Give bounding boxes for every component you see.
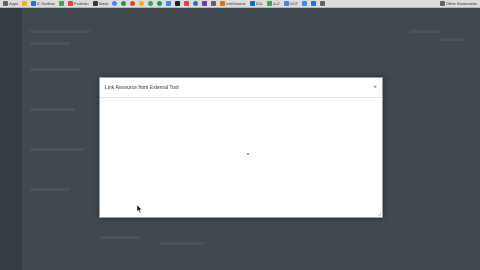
bookmark-icon [193, 1, 199, 6]
bookmark-item[interactable] [139, 1, 145, 6]
bookmark-item[interactable] [175, 1, 181, 6]
bookmark-icon [92, 1, 98, 6]
page-sidebar [0, 8, 22, 270]
bookmark-icon [175, 1, 181, 6]
bookmark-icon [130, 1, 136, 6]
bookmark-label: D2L [255, 1, 264, 6]
bookmark-icon [267, 1, 273, 6]
loading-indicator [247, 153, 249, 155]
bookmark-icon [302, 1, 307, 6]
dialog-body [100, 98, 382, 218]
bookmark-icon [220, 1, 226, 6]
close-button[interactable]: × [373, 85, 377, 91]
bookmark-item[interactable] [320, 1, 325, 6]
dialog-header: Link Resource from External Tool × [100, 78, 382, 98]
bookmark-icon [249, 1, 255, 6]
bookmark-label: InfoSource [226, 1, 246, 6]
bookmark-icon [202, 1, 208, 6]
bookmark-item[interactable] [166, 1, 172, 6]
ghost-content-line [100, 236, 140, 239]
bookmark-item[interactable] [22, 1, 28, 6]
bookmark-icon [67, 1, 73, 6]
bookmark-item[interactable] [311, 1, 316, 6]
bookmark-label: GCF [289, 1, 298, 6]
bookmark-icon [166, 1, 172, 6]
bookmark-label: Apps [9, 1, 19, 6]
bookmark-label: Portfolio [73, 1, 89, 6]
bookmark-item[interactable]: A-Z [267, 1, 280, 6]
bookmark-item[interactable]: GCF [283, 1, 298, 6]
dialog-title: Link Resource from External Tool [105, 84, 179, 91]
bookmark-icon [211, 1, 217, 6]
bookmark-item[interactable] [302, 1, 307, 6]
bookmark-item[interactable]: Other Bookmarks [439, 1, 477, 6]
bookmark-icon [184, 1, 190, 6]
bookmark-icon [112, 1, 118, 6]
bookmark-icon [320, 1, 325, 6]
bookmark-item[interactable] [112, 1, 118, 6]
bookmark-icon [139, 1, 145, 6]
ghost-content-line [30, 188, 70, 191]
ghost-content-line [440, 38, 465, 41]
star-icon [31, 1, 37, 6]
bookmark-item[interactable]: Apps [3, 1, 18, 6]
ghost-content-line [30, 30, 90, 33]
bookmark-item[interactable] [58, 1, 64, 6]
ghost-content-line [30, 108, 75, 111]
bookmark-item[interactable] [148, 1, 154, 6]
ghost-content-line [160, 242, 205, 245]
bookmark-icon [157, 1, 163, 6]
bookmark-label: E-Toolbox [37, 1, 55, 6]
bookmark-item[interactable]: Slack [92, 1, 109, 6]
bookmark-label: Slack [98, 1, 109, 6]
bookmark-icon [22, 1, 28, 6]
folder-icon [439, 1, 445, 6]
bookmark-item[interactable] [211, 1, 217, 6]
bookmark-label: A-Z [273, 1, 280, 6]
mouse-pointer-icon [137, 205, 143, 213]
bookmark-item[interactable]: Portfolio [67, 1, 89, 6]
bookmark-item[interactable] [157, 1, 163, 6]
bookmark-item[interactable] [184, 1, 190, 6]
bookmark-icon [283, 1, 289, 6]
bookmark-item[interactable]: InfoSource [220, 1, 246, 6]
bookmark-item[interactable] [121, 1, 127, 6]
resize-handle-icon[interactable] [377, 212, 381, 216]
bookmark-icon [311, 1, 316, 6]
bookmark-label: Other Bookmarks [445, 1, 477, 6]
bookmark-item[interactable] [130, 1, 136, 6]
bookmark-icon [148, 1, 154, 6]
bookmark-item[interactable]: D2L [249, 1, 264, 6]
bookmark-icon [121, 1, 127, 6]
ghost-content-line [30, 68, 80, 71]
ghost-content-line [30, 42, 70, 45]
bookmark-icon [58, 1, 64, 6]
bookmark-item[interactable] [202, 1, 208, 6]
bookmark-item[interactable]: E-Toolbox [31, 1, 55, 6]
bookmark-item[interactable] [193, 1, 199, 6]
bookmarks-bar: Apps E-Toolbox Portfolio Slack InfoSource D2L… [0, 0, 480, 8]
ghost-content-line [30, 148, 85, 151]
apps-icon [3, 1, 8, 6]
ghost-content-line [410, 30, 440, 33]
external-tool-dialog: Link Resource from External Tool × [99, 77, 383, 218]
